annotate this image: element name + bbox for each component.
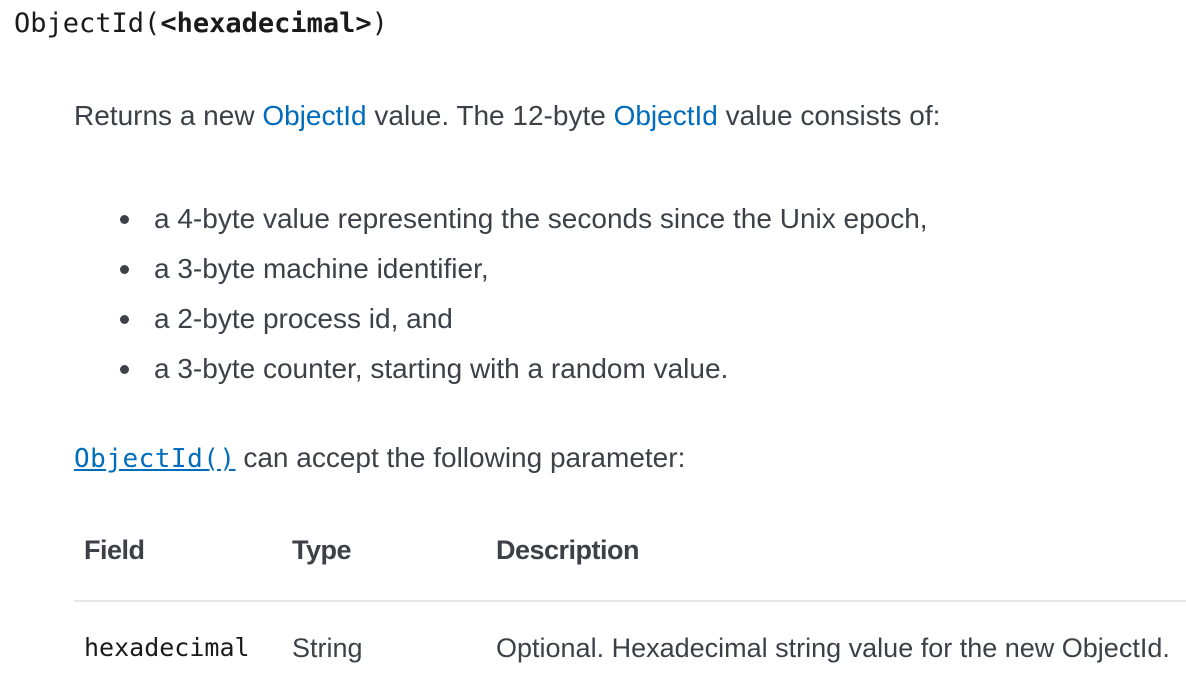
objectid-components-list: a 4-byte value representing the seconds … bbox=[112, 194, 928, 394]
intro-suffix: value consists of: bbox=[717, 100, 941, 131]
intro-paragraph: Returns a new ObjectId value. The 12-byt… bbox=[74, 96, 940, 136]
list-item-text: a 3-byte machine identifier, bbox=[154, 253, 489, 284]
list-item-text: a 4-byte value representing the seconds … bbox=[154, 203, 928, 234]
bullet-dot-icon bbox=[120, 365, 129, 374]
parameter-table: Field Type Description hexadecimal Strin… bbox=[74, 520, 1186, 663]
list-item: a 3-byte machine identifier, bbox=[112, 244, 928, 294]
accept-paragraph: ObjectId() can accept the following para… bbox=[74, 438, 685, 479]
bullet-dot-icon bbox=[120, 315, 129, 324]
bullet-dot-icon bbox=[120, 265, 129, 274]
list-item-text: a 3-byte counter, starting with a random… bbox=[154, 353, 729, 384]
list-item: a 4-byte value representing the seconds … bbox=[112, 194, 928, 244]
objectid-link-2[interactable]: ObjectId bbox=[614, 100, 718, 131]
cell-type: String bbox=[292, 633, 363, 663]
list-item: a 2-byte process id, and bbox=[112, 294, 928, 344]
list-item: a 3-byte counter, starting with a random… bbox=[112, 344, 928, 394]
method-signature: ObjectId(<hexadecimal>) bbox=[14, 4, 388, 44]
bullet-dot-icon bbox=[120, 215, 129, 224]
table-header-row: Field Type Description bbox=[74, 520, 1186, 602]
header-type: Type bbox=[292, 535, 352, 565]
signature-name: ObjectId( bbox=[14, 8, 161, 39]
objectid-code-link[interactable]: ObjectId() bbox=[74, 444, 236, 474]
header-field: Field bbox=[84, 535, 145, 565]
signature-param: <hexadecimal> bbox=[160, 8, 372, 39]
objectid-link-1[interactable]: ObjectId bbox=[262, 100, 366, 131]
signature-close: ) bbox=[371, 8, 388, 39]
cell-field: hexadecimal bbox=[84, 633, 250, 662]
intro-middle: value. The 12-byte bbox=[366, 100, 614, 131]
cell-description: Optional. Hexadecimal string value for t… bbox=[496, 633, 1170, 663]
header-description: Description bbox=[496, 535, 640, 565]
list-item-text: a 2-byte process id, and bbox=[154, 303, 453, 334]
intro-prefix: Returns a new bbox=[74, 100, 263, 131]
accept-text: can accept the following parameter: bbox=[235, 442, 686, 473]
